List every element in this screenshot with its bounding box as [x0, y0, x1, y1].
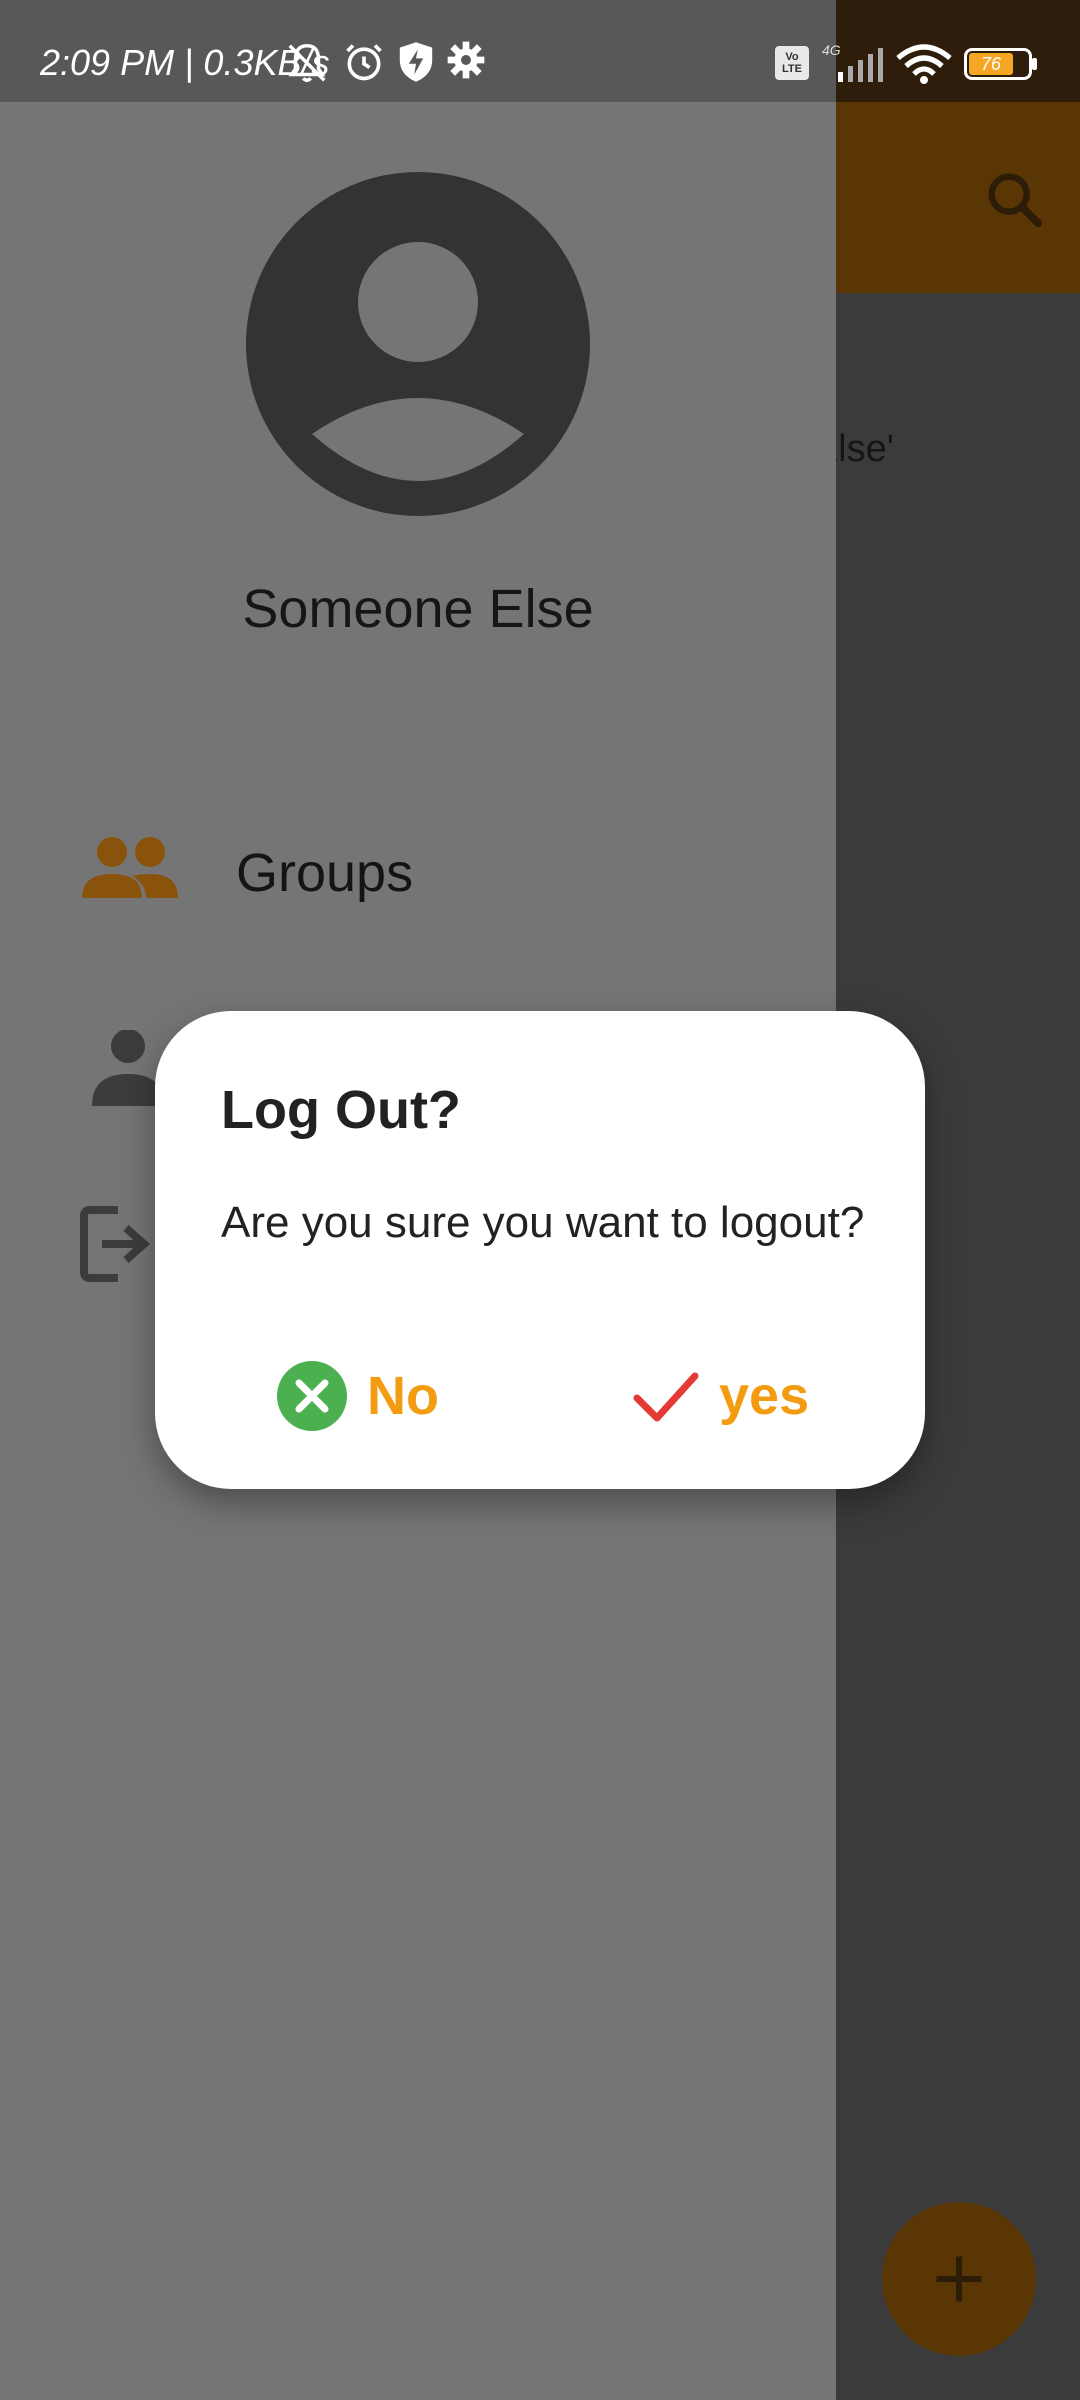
- cancel-circle-icon: [277, 1361, 347, 1431]
- shield-icon: [399, 42, 433, 82]
- check-icon: [633, 1372, 699, 1422]
- mute-icon: [288, 44, 326, 82]
- profile-name: Someone Else: [242, 579, 594, 639]
- no-button-label: No: [367, 1366, 439, 1426]
- search-icon[interactable]: [980, 165, 1050, 235]
- volte-label: Vo LTE: [782, 51, 802, 75]
- signal-icon: [838, 48, 883, 82]
- settings-icon: [447, 41, 485, 79]
- dialog-title: Log Out?: [221, 1080, 461, 1140]
- drawer-item-label: Groups: [236, 843, 414, 903]
- plus-icon: [936, 2256, 982, 2302]
- drawer-item-groups[interactable]: Groups: [0, 804, 836, 934]
- battery-fill: 76: [969, 53, 1014, 75]
- battery-icon: 76: [964, 48, 1032, 80]
- battery-tip: [1032, 58, 1037, 70]
- logout-dialog: Log Out? Are you sure you want to logout…: [155, 1011, 925, 1489]
- alarm-icon: [346, 44, 382, 81]
- groups-icon: [82, 837, 178, 898]
- add-fab-button[interactable]: [882, 2202, 1036, 2356]
- yes-button[interactable]: yes: [633, 1351, 809, 1441]
- wifi-icon: [896, 44, 952, 84]
- yes-button-label: yes: [719, 1366, 810, 1426]
- account-circle-icon[interactable]: [246, 172, 590, 516]
- battery-level: 76: [981, 53, 1002, 74]
- volte-icon: Vo LTE: [775, 46, 809, 80]
- dialog-message: Are you sure you want to logout?: [221, 1198, 865, 1247]
- no-button[interactable]: No: [277, 1351, 439, 1441]
- status-bar: 2:09 PM | 0.3KB/s Vo LTE 4G 76: [0, 0, 1080, 102]
